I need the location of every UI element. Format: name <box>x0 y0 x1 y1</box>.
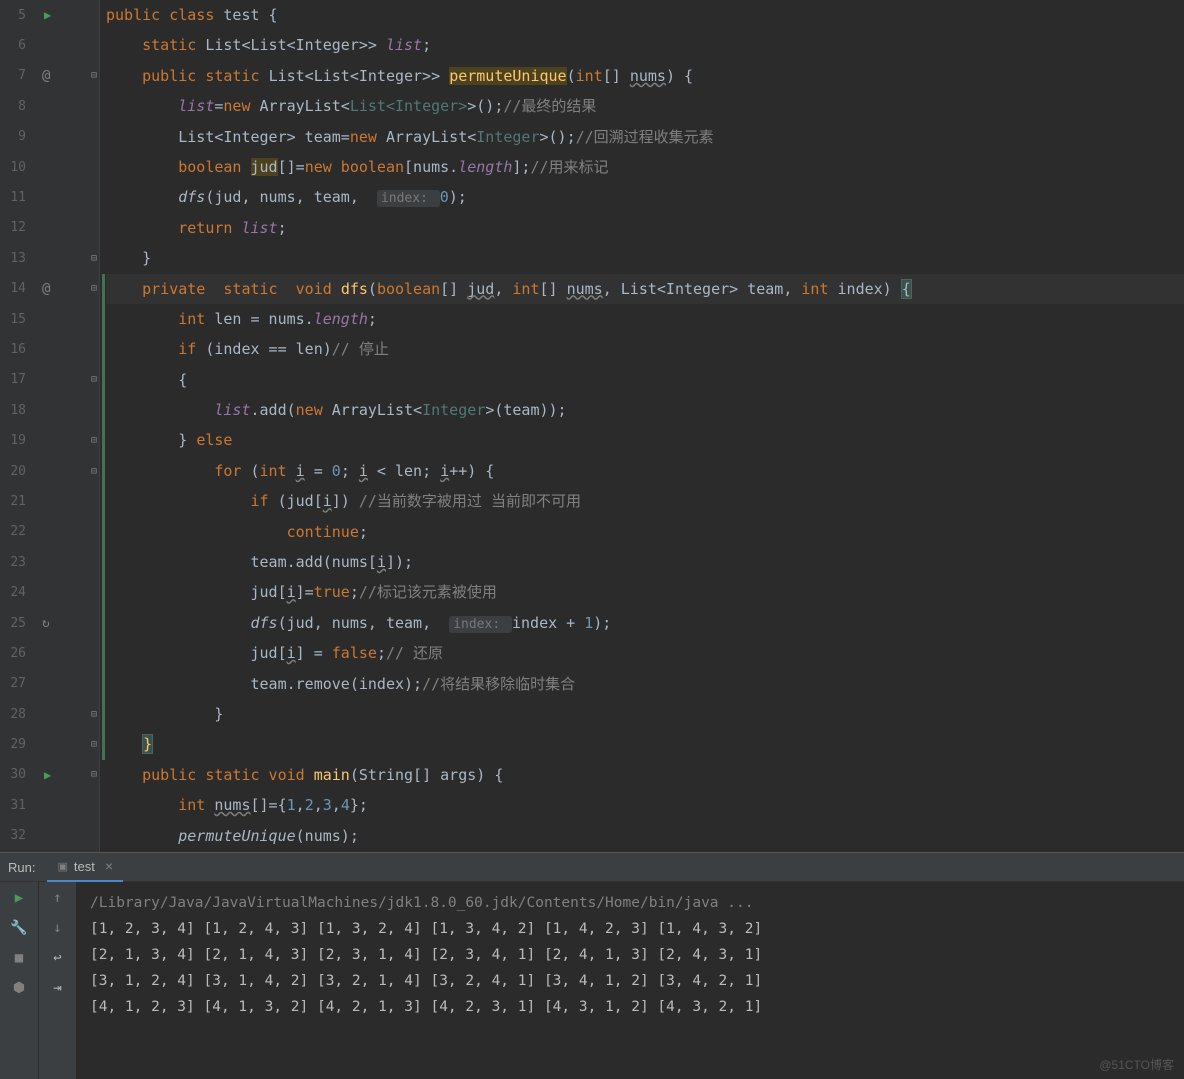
line-number: 10 <box>0 160 28 175</box>
line-number: 24 <box>0 585 28 600</box>
override-icon[interactable]: @ <box>42 68 50 84</box>
line-number: 9 <box>0 129 28 144</box>
run-gutter-icon[interactable]: ▶ <box>44 8 51 22</box>
line-number: 12 <box>0 220 28 235</box>
line-number: 11 <box>0 190 28 205</box>
fold-open-icon[interactable]: ⊟ <box>91 283 97 294</box>
line-number: 19 <box>0 433 28 448</box>
run-toolbar-left: ▶ 🔧 ■ ⬢ <box>0 882 38 1079</box>
fold-open-icon[interactable]: ⊟ <box>91 466 97 477</box>
line-number: 30 <box>0 767 28 782</box>
code-editor[interactable]: public class test { static List<List<Int… <box>100 0 1184 852</box>
stop-icon[interactable]: ■ <box>15 950 23 966</box>
fold-open-icon[interactable]: ⊟ <box>91 70 97 81</box>
line-number: 17 <box>0 372 28 387</box>
line-number: 8 <box>0 99 28 114</box>
line-number: 18 <box>0 403 28 418</box>
up-icon[interactable]: ↑ <box>53 890 61 906</box>
soft-wrap-icon[interactable]: ↩ <box>53 950 61 966</box>
gutter: 5 ▶ 6 7 @ ⊟ 8 9 10 11 12 13 ⊟ 14 @ ⊟ 15 16 17 ⊟… <box>0 0 100 852</box>
fold-close-icon[interactable]: ⊟ <box>91 253 97 264</box>
run-tab[interactable]: ▣ test × <box>47 852 123 882</box>
down-icon[interactable]: ↓ <box>53 920 61 936</box>
line-number: 7 <box>0 68 28 83</box>
console-line: [4, 1, 2, 3] [4, 1, 3, 2] [4, 2, 1, 3] [… <box>90 999 762 1015</box>
line-number: 25 <box>0 616 28 631</box>
run-tab-name: test <box>74 859 95 874</box>
line-number: 20 <box>0 464 28 479</box>
console-command: /Library/Java/JavaVirtualMachines/jdk1.8… <box>90 895 753 911</box>
override-icon[interactable]: @ <box>42 281 50 297</box>
console-output[interactable]: /Library/Java/JavaVirtualMachines/jdk1.8… <box>76 882 1184 1079</box>
line-number: 15 <box>0 312 28 327</box>
fold-open-icon[interactable]: ⊟ <box>91 374 97 385</box>
line-number: 6 <box>0 38 28 53</box>
line-number: 29 <box>0 737 28 752</box>
wrench-icon[interactable]: 🔧 <box>10 920 27 936</box>
fold-close-icon[interactable]: ⊟ <box>91 435 97 446</box>
line-number: 22 <box>0 524 28 539</box>
run-toolbar-right: ↑ ↓ ↩ ⇥ <box>38 882 76 1079</box>
line-number: 28 <box>0 707 28 722</box>
console-icon: ▣ <box>57 860 67 873</box>
line-number: 13 <box>0 251 28 266</box>
run-panel: Run: ▣ test × ▶ 🔧 ■ ⬢ ↑ ↓ ↩ ⇥ /Library/J… <box>0 852 1184 1079</box>
watermark: @51CTO博客 <box>1099 1056 1174 1073</box>
line-number: 16 <box>0 342 28 357</box>
recursive-call-icon[interactable]: ↻ <box>42 616 50 631</box>
close-icon[interactable]: × <box>105 858 113 874</box>
run-label: Run: <box>8 860 35 875</box>
fold-close-icon[interactable]: ⊟ <box>91 739 97 750</box>
editor-area: 5 ▶ 6 7 @ ⊟ 8 9 10 11 12 13 ⊟ 14 @ ⊟ 15 16 17 ⊟… <box>0 0 1184 852</box>
line-number: 21 <box>0 494 28 509</box>
console-line: [3, 1, 2, 4] [3, 1, 4, 2] [3, 2, 1, 4] [… <box>90 973 762 989</box>
rerun-icon[interactable]: ▶ <box>15 890 23 906</box>
fold-open-icon[interactable]: ⊟ <box>91 769 97 780</box>
run-header: Run: ▣ test × <box>0 852 1184 882</box>
line-number: 31 <box>0 798 28 813</box>
fold-close-icon[interactable]: ⊟ <box>91 709 97 720</box>
run-gutter-icon[interactable]: ▶ <box>44 768 51 782</box>
line-number: 14 <box>0 281 28 296</box>
bug-icon[interactable]: ⬢ <box>13 980 25 996</box>
line-number: 5 <box>0 8 28 23</box>
console-line: [1, 2, 3, 4] [1, 2, 4, 3] [1, 3, 2, 4] [… <box>90 921 762 937</box>
scroll-end-icon[interactable]: ⇥ <box>53 980 61 996</box>
line-number: 23 <box>0 555 28 570</box>
line-number: 26 <box>0 646 28 661</box>
line-number: 27 <box>0 676 28 691</box>
console-line: [2, 1, 3, 4] [2, 1, 4, 3] [2, 3, 1, 4] [… <box>90 947 762 963</box>
line-number: 32 <box>0 828 28 843</box>
